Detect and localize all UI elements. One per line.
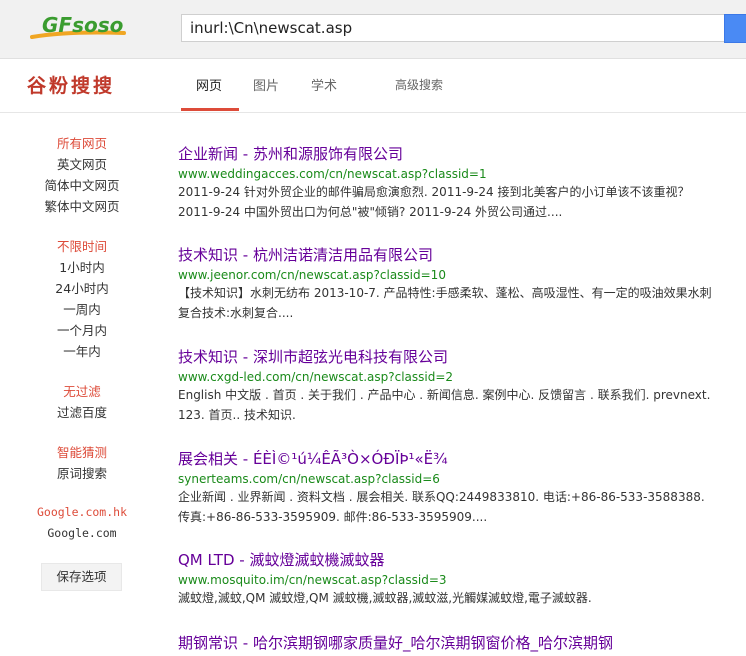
search-result: 技术知识 - 杭州洁诺清洁用品有限公司 www.jeenor.com/cn/ne…	[178, 244, 718, 323]
active-tab-indicator	[181, 108, 239, 111]
result-title-link[interactable]: 技术知识 - 深圳市超弦光电科技有限公司	[178, 346, 718, 367]
save-options-button[interactable]: 保存选项	[41, 563, 122, 591]
search-input[interactable]	[182, 15, 728, 41]
result-title-link[interactable]: QM LTD - 滅蚊燈滅蚊機滅蚊器	[178, 549, 718, 570]
search-result: 技术知识 - 深圳市超弦光电科技有限公司 www.cxgd-led.com/cn…	[178, 346, 718, 425]
result-url: www.weddingacces.com/cn/newscat.asp?clas…	[178, 167, 487, 181]
search-box[interactable]	[181, 14, 729, 42]
sidebar-time-month[interactable]: 一个月内	[0, 320, 164, 339]
result-url: www.cxgd-led.com/cn/newscat.asp?classid=…	[178, 370, 454, 384]
sidebar-lang-all[interactable]: 所有网页	[0, 133, 164, 152]
result-snippet: 企业新闻 . 业界新闻 . 资料文档 . 展会相关. 联系QQ:24498338…	[178, 490, 705, 524]
sidebar-lang-en[interactable]: 英文网页	[0, 154, 164, 173]
tab-web[interactable]: 网页	[196, 75, 222, 94]
search-result: 企业新闻 - 苏州和源服饰有限公司 www.weddingacces.com/c…	[178, 143, 718, 222]
sidebar-time-week[interactable]: 一周内	[0, 299, 164, 318]
result-title-link[interactable]: 期钢常识 - 哈尔滨期钢哪家质量好_哈尔滨期钢窗价格_哈尔滨期钢	[178, 632, 718, 653]
sidebar-time-1h[interactable]: 1小时内	[0, 257, 164, 276]
result-snippet: 滅蚊燈,滅蚊,QM 滅蚊燈,QM 滅蚊機,滅蚊器,滅蚊滋,光觸媒滅蚊燈,電子滅蚊…	[178, 591, 592, 605]
search-button[interactable]	[724, 14, 746, 43]
gfsoso-logo[interactable]: GFsoso	[28, 10, 140, 44]
sidebar-guess-orig[interactable]: 原词搜索	[0, 463, 164, 482]
result-title-link[interactable]: 展会相关 - ÉÈÌ©¹ú¼ÊÃ³Ò×ÓÐÏÞ¹«Ë¾	[178, 448, 718, 469]
tab-scholar[interactable]: 学术	[311, 75, 337, 94]
search-result: 展会相关 - ÉÈÌ©¹ú¼ÊÃ³Ò×ÓÐÏÞ¹«Ë¾ synerteams.c…	[178, 448, 718, 527]
sidebar-lang-zhs[interactable]: 简体中文网页	[0, 175, 164, 194]
search-result: 期钢常识 - 哈尔滨期钢哪家质量好_哈尔滨期钢窗价格_哈尔滨期钢	[178, 632, 718, 656]
tab-images[interactable]: 图片	[253, 75, 279, 94]
sidebar-filter-baidu[interactable]: 过滤百度	[0, 402, 164, 421]
sidebar-filter-none[interactable]: 无过滤	[0, 381, 164, 400]
sidebar-guess-smart[interactable]: 智能猜测	[0, 442, 164, 461]
sidebar-time-any[interactable]: 不限时间	[0, 236, 164, 255]
result-title-link[interactable]: 技术知识 - 杭州洁诺清洁用品有限公司	[178, 244, 718, 265]
result-url: www.jeenor.com/cn/newscat.asp?classid=10	[178, 268, 446, 282]
result-url: www.mosquito.im/cn/newscat.asp?classid=3	[178, 573, 447, 587]
result-snippet: 2011-9-24 针对外贸企业的邮件骗局愈演愈烈. 2011-9-24 接到北…	[178, 185, 690, 219]
sidebar-google-hk[interactable]: Google.com.hk	[0, 505, 164, 519]
search-result: QM LTD - 滅蚊燈滅蚊機滅蚊器 www.mosquito.im/cn/ne…	[178, 549, 718, 608]
tab-advanced-search[interactable]: 高级搜索	[395, 76, 443, 93]
brand-title[interactable]: 谷粉搜搜	[27, 71, 115, 98]
top-header: GFsoso	[0, 0, 746, 59]
sidebar-time-24h[interactable]: 24小时内	[0, 278, 164, 297]
result-title-link[interactable]: 企业新闻 - 苏州和源服饰有限公司	[178, 143, 718, 164]
sidebar-lang-zht[interactable]: 繁体中文网页	[0, 196, 164, 215]
result-url: synerteams.com/cn/newscat.asp?classid=6	[178, 472, 440, 486]
svg-text:GFsoso: GFsoso	[42, 13, 124, 37]
sidebar-google-com[interactable]: Google.com	[0, 526, 164, 540]
result-snippet: English 中文版 . 首页 . 关于我们 . 产品中心 . 新闻信息. 案…	[178, 388, 711, 422]
sidebar-time-year[interactable]: 一年内	[0, 341, 164, 360]
result-snippet: 【技术知识】水刺无纺布 2013-10-7. 产品特性:手感柔软、蓬松、高吸湿性…	[178, 286, 712, 320]
